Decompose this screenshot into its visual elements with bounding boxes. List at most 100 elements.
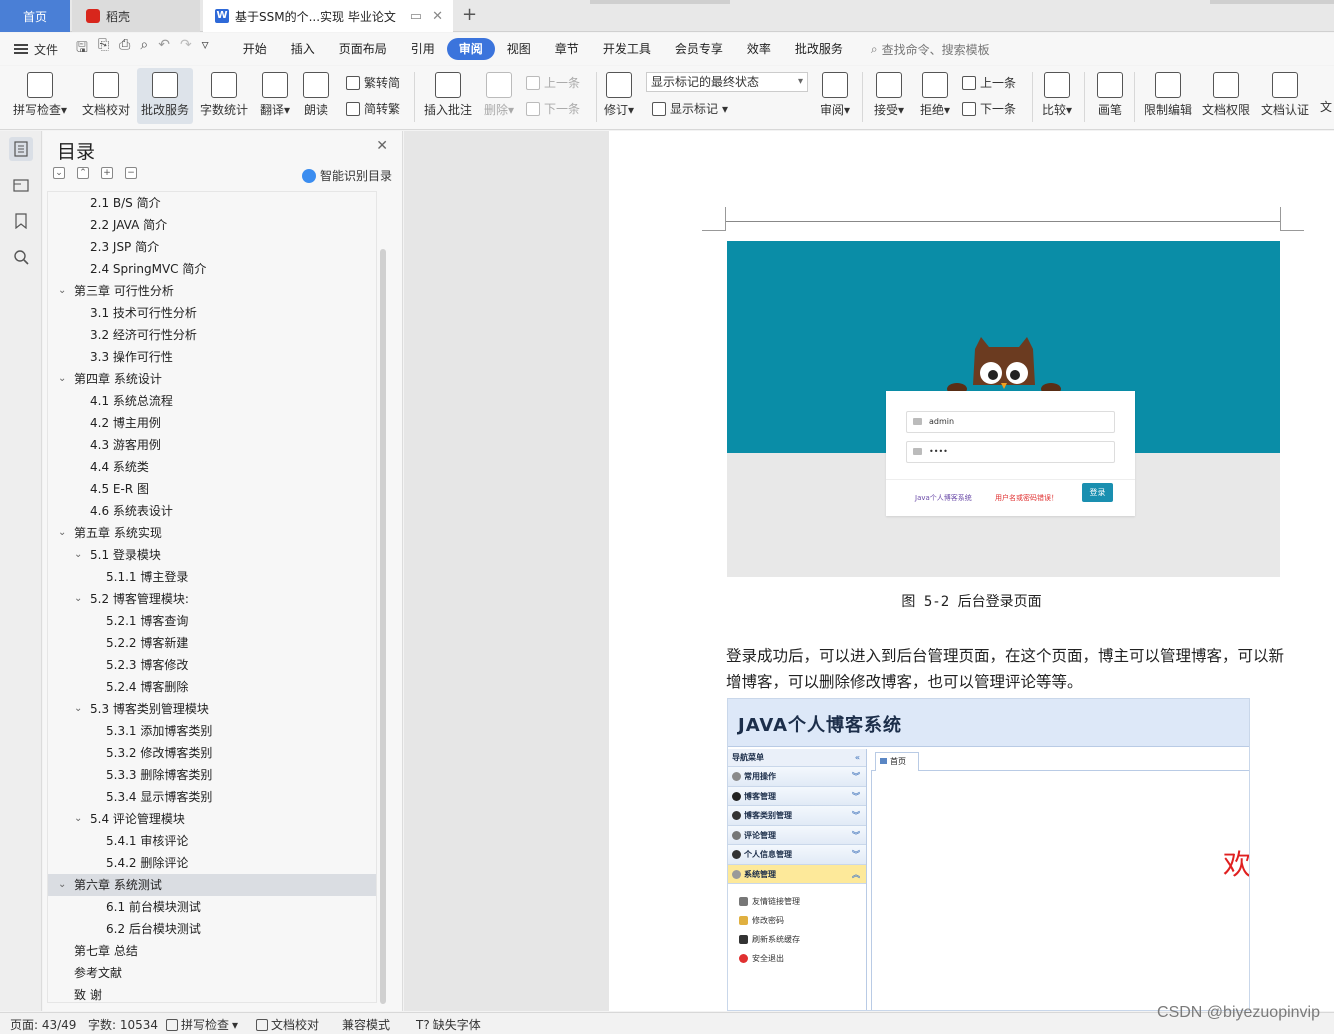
spell-check-status[interactable]: 拼写检查 ▾ <box>166 1016 238 1033</box>
admin-nav-subitem[interactable]: 安全退出 <box>728 949 866 968</box>
toc-item[interactable]: ⌄ 第六章 系统测试 <box>48 874 376 896</box>
toc-item[interactable]: 致 谢 <box>48 984 376 1002</box>
toc-item[interactable]: ⌄ 第四章 系统设计 <box>48 368 376 390</box>
track-changes-button[interactable]: 修订▾ <box>600 68 638 118</box>
admin-nav-subitem[interactable]: 修改密码 <box>728 911 866 930</box>
admin-home-tab[interactable]: 首页 <box>875 752 919 771</box>
file-menu[interactable]: 文件 <box>14 41 58 58</box>
toc-item[interactable]: 2.1 B/S 简介 <box>48 192 376 214</box>
chevron-down-icon[interactable]: ⌄ <box>74 808 82 830</box>
tab-daoke[interactable]: 稻壳 <box>72 0 200 32</box>
toc-item[interactable]: 4.2 博主用例 <box>48 412 376 434</box>
username-field[interactable]: admin <box>906 411 1115 433</box>
doc-check-button[interactable]: 文档校对 <box>78 68 134 118</box>
toc-item[interactable]: 5.3.1 添加博客类别 <box>48 720 376 742</box>
ribbon-tab-item[interactable]: 引用 <box>399 38 447 60</box>
toc-item[interactable]: 4.3 游客用例 <box>48 434 376 456</box>
collapse-left-icon[interactable]: « <box>855 749 860 767</box>
spell-check-button[interactable]: 拼写检查▾ <box>8 68 72 118</box>
toc-item[interactable]: 6.1 前台模块测试 <box>48 896 376 918</box>
remove-heading-icon[interactable]: − <box>125 167 137 179</box>
ribbon-tab-item[interactable]: 视图 <box>495 38 543 60</box>
toc-scrollbar[interactable] <box>380 249 386 1004</box>
chevron-down-icon[interactable]: ⌄ <box>74 698 82 720</box>
save-icon[interactable]: 🖫 <box>76 37 88 61</box>
toc-item[interactable]: ⌄ 5.3 博客类别管理模块 <box>48 698 376 720</box>
ribbon-tab-item[interactable]: 批改服务 <box>783 38 855 60</box>
bookmark-icon[interactable] <box>9 209 33 233</box>
toc-item[interactable]: 5.4.1 审核评论 <box>48 830 376 852</box>
toc-item[interactable]: ⌄ 第五章 系统实现 <box>48 522 376 544</box>
chevron-up-icon[interactable]: ︽ <box>852 865 860 884</box>
missing-font-status[interactable]: T? 缺失字体 <box>416 1016 481 1033</box>
admin-nav-item[interactable]: 个人信息管理 ︾ <box>728 845 866 865</box>
toc-item[interactable]: 4.1 系统总流程 <box>48 390 376 412</box>
admin-nav-item[interactable]: 博客类别管理 ︾ <box>728 806 866 826</box>
prev-change-button[interactable]: 上一条 <box>962 74 1016 91</box>
chevron-down-icon[interactable]: ︾ <box>852 845 860 864</box>
show-markup-button[interactable]: 显示标记 ▾ <box>652 100 728 117</box>
toc-item[interactable]: 5.4.2 删除评论 <box>48 852 376 874</box>
toc-item[interactable]: 5.2.3 博客修改 <box>48 654 376 676</box>
chevron-down-icon[interactable]: ⌄ <box>58 522 66 544</box>
undo-icon[interactable]: ↶ <box>158 37 170 61</box>
expand-all-icon[interactable]: ⌃ <box>77 167 89 179</box>
add-heading-icon[interactable]: + <box>101 167 113 179</box>
revise-service-button[interactable]: 批改服务 <box>137 68 193 124</box>
print-icon[interactable]: ⎙ <box>119 37 130 61</box>
toc-item[interactable]: 5.1.1 博主登录 <box>48 566 376 588</box>
doc-cert-button[interactable]: 文档认证 <box>1257 68 1313 118</box>
new-tab-plus-icon[interactable]: + <box>462 4 477 25</box>
pen-button[interactable]: 画笔 <box>1090 68 1130 118</box>
chevron-down-icon[interactable]: ⌄ <box>58 368 66 390</box>
export-pdf-icon[interactable]: ⎘ <box>98 37 109 61</box>
doc-rights-button[interactable]: 文档权限 <box>1198 68 1254 118</box>
toc-item[interactable]: ⌄ 第三章 可行性分析 <box>48 280 376 302</box>
word-count-status[interactable]: 字数: 10534 <box>88 1016 158 1033</box>
find-icon[interactable] <box>9 245 33 269</box>
toc-item[interactable]: ⌄ 5.1 登录模块 <box>48 544 376 566</box>
ribbon-tab-item[interactable]: 插入 <box>279 38 327 60</box>
markup-state-select[interactable]: 显示标记的最终状态 <box>646 72 808 92</box>
toc-item[interactable]: 3.3 操作可行性 <box>48 346 376 368</box>
compare-button[interactable]: 比较▾ <box>1036 68 1078 118</box>
toc-item[interactable]: 5.3.4 显示博客类别 <box>48 786 376 808</box>
insert-comment-button[interactable]: 插入批注 <box>420 68 476 118</box>
word-count-button[interactable]: 字数统计 <box>196 68 252 118</box>
next-comment-button[interactable]: 下一条 <box>526 100 580 117</box>
chevron-down-icon[interactable]: ⌄ <box>74 588 82 610</box>
ribbon-tab-item[interactable]: 开发工具 <box>591 38 663 60</box>
admin-nav-item[interactable]: 常用操作 ︾ <box>728 767 866 787</box>
ribbon-tab-item[interactable]: 章节 <box>543 38 591 60</box>
ribbon-tab-item[interactable]: 效率 <box>735 38 783 60</box>
page-indicator[interactable]: 页面: 43/49 <box>10 1016 76 1033</box>
translate-button[interactable]: 翻译▾ <box>254 68 296 118</box>
admin-nav-item[interactable]: 评论管理 ︾ <box>728 825 866 845</box>
toc-item[interactable]: ⌄ 5.4 评论管理模块 <box>48 808 376 830</box>
doc-check-status[interactable]: 文档校对 <box>256 1016 319 1033</box>
next-change-button[interactable]: 下一条 <box>962 100 1016 117</box>
toc-item[interactable]: 5.2.1 博客查询 <box>48 610 376 632</box>
collapse-all-icon[interactable]: ⌄ <box>53 167 65 179</box>
ribbon-tab-item[interactable]: 开始 <box>231 38 279 60</box>
login-button[interactable]: 登录 <box>1082 483 1113 502</box>
chevron-down-icon[interactable]: ⌄ <box>58 874 66 896</box>
restrict-edit-button[interactable]: 限制编辑 <box>1140 68 1196 118</box>
toc-item[interactable]: 2.2 JAVA 简介 <box>48 214 376 236</box>
prev-comment-button[interactable]: 上一条 <box>526 74 580 91</box>
toc-item[interactable]: 第七章 总结 <box>48 940 376 962</box>
chevron-down-icon[interactable]: ⌄ <box>74 544 82 566</box>
simp-to-trad-button[interactable]: 简转繁 <box>346 100 400 117</box>
accept-button[interactable]: 接受▾ <box>868 68 910 118</box>
admin-nav-subitem[interactable]: 友情链接管理 <box>728 892 866 911</box>
admin-nav-item[interactable]: 博客管理 ︾ <box>728 786 866 806</box>
toc-item[interactable]: 5.2.2 博客新建 <box>48 632 376 654</box>
tab-document[interactable]: W 基于SSM的个...实现 毕业论文 ▭ ✕ <box>203 0 453 32</box>
toc-item[interactable]: 4.5 E-R 图 <box>48 478 376 500</box>
toc-item[interactable]: 6.2 后台模块测试 <box>48 918 376 940</box>
tab-home[interactable]: 首页 <box>0 0 70 32</box>
toc-item[interactable]: 4.6 系统表设计 <box>48 500 376 522</box>
ribbon-tab-item[interactable]: 页面布局 <box>327 38 399 60</box>
toc-item[interactable]: ⌄ 5.2 博客管理模块: <box>48 588 376 610</box>
command-search[interactable]: ⌕ 查找命令、搜索模板 <box>871 41 990 58</box>
